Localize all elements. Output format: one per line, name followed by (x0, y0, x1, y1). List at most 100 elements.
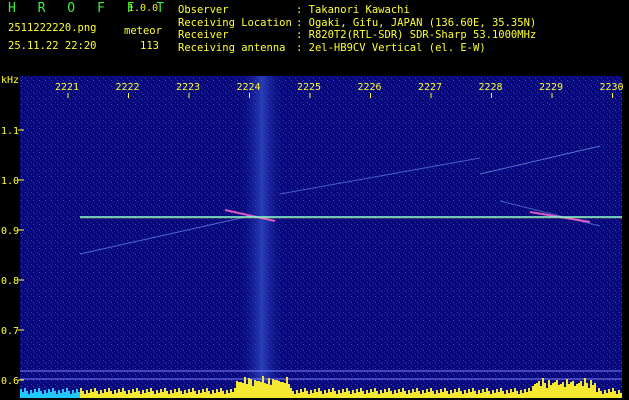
amplitude-bar (296, 390, 298, 398)
amplitude-bar (474, 391, 476, 398)
time-tick-label: 2221 (55, 82, 79, 93)
amplitude-bar (452, 393, 454, 398)
amplitude-bar (414, 392, 416, 398)
amplitude-bar (180, 391, 182, 398)
amplitude-bar (394, 390, 396, 398)
amplitude-bar (196, 394, 198, 398)
amplitude-bar (68, 391, 70, 398)
amplitude-bar (148, 392, 150, 398)
amplitude-bar (468, 389, 470, 398)
info-observer: Observer: Takanori Kawachi (178, 4, 410, 17)
amplitude-bar (306, 391, 308, 398)
freq-tick-label: 0.9 (1, 226, 19, 237)
amplitude-bar (572, 381, 574, 398)
amplitude-bar (142, 390, 144, 398)
amplitude-bar (52, 388, 54, 398)
amplitude-bar (136, 388, 138, 398)
amplitude-bar (82, 391, 84, 398)
amplitude-bar (236, 381, 238, 398)
amplitude-bar (48, 389, 50, 398)
amplitude-bar (610, 392, 612, 398)
amplitude-bar (220, 388, 222, 398)
amplitude-bar (456, 392, 458, 398)
amplitude-bar (276, 380, 278, 398)
amplitude-bar (368, 393, 370, 398)
amplitude-bar (286, 377, 288, 398)
amplitude-bar (182, 394, 184, 398)
amplitude-bar (250, 379, 252, 398)
amplitude-bar (556, 380, 558, 398)
amplitude-bar (372, 392, 374, 398)
amplitude-bar (418, 391, 420, 398)
amplitude-bar (28, 394, 30, 398)
amplitude-bar (56, 394, 58, 398)
amplitude-bar (462, 394, 464, 398)
amplitude-bar (140, 394, 142, 398)
amplitude-bar (524, 389, 526, 398)
amplitude-bar (596, 392, 598, 398)
amplitude-bar (198, 390, 200, 398)
amplitude-bar (256, 381, 258, 398)
amplitude-bar (172, 393, 174, 398)
amplitude-bar (270, 385, 272, 398)
amplitude-bar (366, 390, 368, 398)
amplitude-bar (442, 392, 444, 398)
amplitude-bar (612, 388, 614, 398)
amplitude-bar (268, 378, 270, 398)
amplitude-bar (218, 392, 220, 398)
amplitude-bar (160, 389, 162, 398)
amplitude-bar (560, 384, 562, 398)
amplitude-bar (440, 389, 442, 398)
amplitude-bar (350, 394, 352, 398)
amplitude-bar (84, 394, 86, 398)
amplitude-bar (384, 389, 386, 398)
amplitude-bar (132, 389, 134, 398)
amplitude-bar (502, 391, 504, 398)
amplitude-bar (614, 391, 616, 398)
spectrogram-plot: 2221 2222 2223 2224 2225 2226 2227 2228 2229 2230… (0, 76, 629, 400)
amplitude-bar (210, 394, 212, 398)
amplitude-bar (76, 389, 78, 398)
amplitude-bar (408, 390, 410, 398)
amplitude-bar (352, 390, 354, 398)
amplitude-bar (72, 390, 74, 398)
amplitude-bar (510, 389, 512, 398)
amplitude-bar (246, 384, 248, 398)
amplitude-bar (518, 394, 520, 398)
amplitude-bar (616, 394, 618, 398)
amplitude-bar (310, 390, 312, 398)
amplitude-bar (566, 379, 568, 398)
amplitude-bar (460, 391, 462, 398)
amplitude-bar (504, 394, 506, 398)
amplitude-bar (606, 393, 608, 398)
amplitude-bar (150, 388, 152, 398)
amplitude-bar (412, 389, 414, 398)
amplitude-bar (278, 381, 280, 398)
amplitude-bar (396, 393, 398, 398)
amplitude-bar (204, 392, 206, 398)
amplitude-bar (284, 383, 286, 398)
amplitude-bar (356, 389, 358, 398)
amplitude-bar (600, 391, 602, 398)
amplitude-bar (20, 389, 22, 398)
amplitude-bar (188, 389, 190, 398)
amplitude-bar (230, 389, 232, 398)
amplitude-bar (422, 390, 424, 398)
amplitude-bar (288, 384, 290, 398)
amplitude-bar (96, 391, 98, 398)
amplitude-bar (340, 393, 342, 398)
amplitude-bar (168, 394, 170, 398)
amplitude-bar (392, 394, 394, 398)
amplitude-bar (354, 393, 356, 398)
amplitude-bar (42, 394, 44, 398)
amplitude-bar (86, 390, 88, 398)
spectrogram-background (20, 76, 622, 398)
amplitude-bar (602, 394, 604, 398)
amplitude-bar (146, 389, 148, 398)
header-panel: H R O F F T 1.0.0 2511222220.png 25.11.2… (0, 0, 629, 62)
amplitude-bar (92, 392, 94, 398)
amplitude-bar (406, 394, 408, 398)
amplitude-bar (222, 391, 224, 398)
amplitude-bar (592, 385, 594, 398)
amplitude-bar (272, 379, 274, 398)
